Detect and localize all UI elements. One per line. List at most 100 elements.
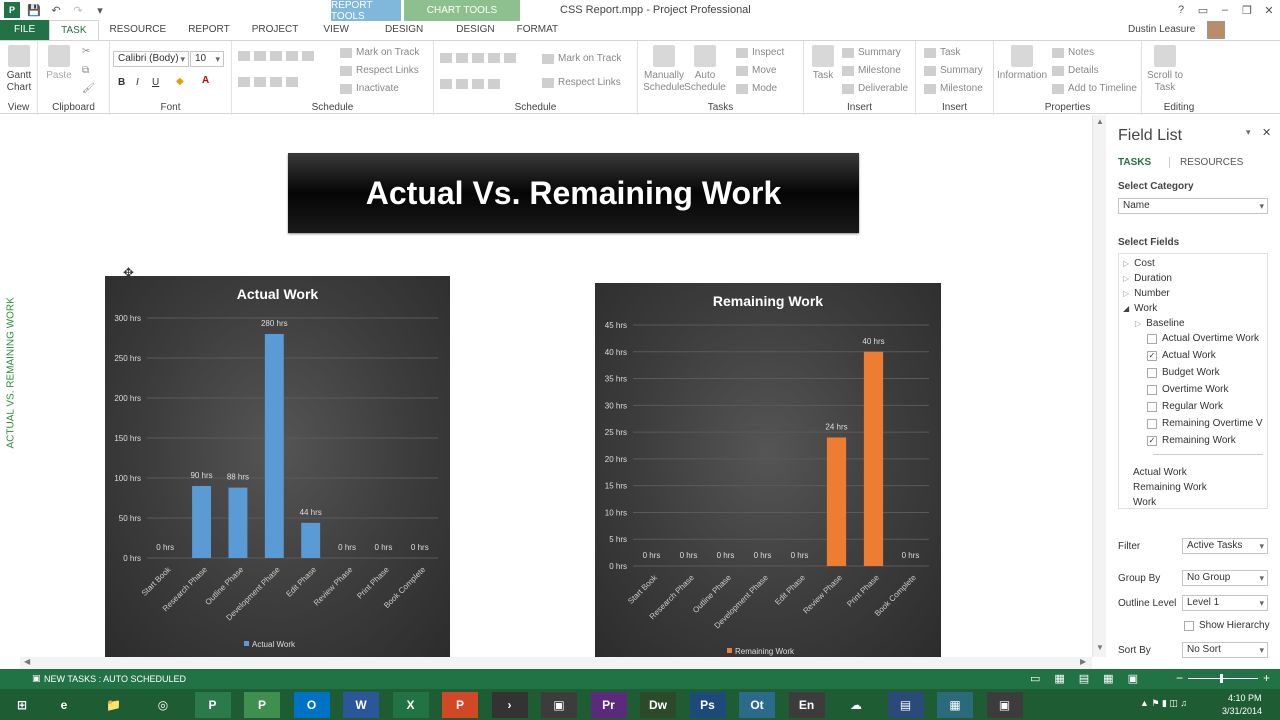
tab-chart-design[interactable]: DESIGN: [445, 20, 505, 40]
taskbar-app-icon[interactable]: Dw: [640, 692, 676, 718]
tab-resources[interactable]: RESOURCES: [1169, 157, 1243, 168]
tree-item-duration[interactable]: ▷ Duration: [1123, 273, 1172, 284]
taskbar-app-icon[interactable]: ◎: [145, 692, 181, 718]
minimize-icon[interactable]: –: [1214, 0, 1236, 20]
tab-chart-format[interactable]: FORMAT: [506, 20, 569, 40]
collapse-icon[interactable]: ◢: [1123, 304, 1129, 313]
indent-icons-2[interactable]: [440, 79, 500, 89]
taskbar-app-icon[interactable]: Ot: [739, 692, 775, 718]
checkbox[interactable]: [1147, 333, 1157, 344]
tab-report[interactable]: REPORT: [177, 20, 241, 40]
taskbar-app-icon[interactable]: O: [293, 692, 330, 718]
taskbar-app-icon[interactable]: ☁: [838, 692, 874, 718]
mark-on-track-button-2[interactable]: Mark on Track: [542, 53, 621, 64]
scroll-to-task-button[interactable]: Scroll to Task: [1146, 45, 1184, 94]
manually-schedule-button[interactable]: Manually Schedule: [642, 45, 686, 94]
scroll-right-icon[interactable]: ▶: [1080, 657, 1086, 666]
tab-resource[interactable]: RESOURCE: [99, 20, 178, 40]
redo-icon[interactable]: ↷: [70, 2, 86, 18]
respect-links-button[interactable]: Respect Links: [340, 65, 419, 76]
field-checkbox-row[interactable]: Budget Work: [1147, 367, 1220, 378]
taskbar-app-icon[interactable]: Ps: [689, 692, 726, 718]
clock-date[interactable]: 3/31/2014: [1222, 706, 1262, 716]
vertical-scrollbar[interactable]: ▲ ▼: [1092, 115, 1106, 657]
help-icon[interactable]: ?: [1170, 0, 1192, 20]
add-to-timeline-button[interactable]: Add to Timeline: [1052, 83, 1137, 94]
format-painter-icon[interactable]: 🖌: [82, 83, 95, 94]
horizontal-scrollbar[interactable]: ◀ ▶: [20, 657, 1092, 669]
auto-schedule-button[interactable]: Auto Schedule: [684, 45, 726, 94]
scroll-left-icon[interactable]: ◀: [24, 657, 30, 666]
clock-time[interactable]: 4:10 PM: [1228, 693, 1262, 703]
expand-icon[interactable]: ▷: [1123, 289, 1129, 298]
details-button[interactable]: Details: [1052, 65, 1099, 76]
checkbox[interactable]: [1147, 418, 1157, 429]
restore-icon[interactable]: ❐: [1236, 0, 1258, 20]
view-shortcut-icons[interactable]: ▭▦▤▦▣: [1030, 672, 1152, 685]
field-checkbox-row[interactable]: Actual Overtime Work: [1147, 333, 1259, 344]
tab-tasks[interactable]: TASKS: [1118, 157, 1151, 168]
task-button-2[interactable]: Task: [924, 47, 961, 58]
expand-icon[interactable]: ▷: [1135, 319, 1141, 328]
percent-complete-icons-2[interactable]: [440, 53, 516, 63]
information-button[interactable]: Information: [996, 45, 1048, 82]
tree-item-baseline[interactable]: ▷ Baseline: [1135, 318, 1185, 329]
selected-field-work[interactable]: Work: [1133, 497, 1156, 508]
taskbar-app-icon[interactable]: P: [194, 692, 231, 718]
zoom-out-icon[interactable]: −: [1176, 671, 1183, 685]
inactivate-button[interactable]: Inactivate: [340, 83, 399, 94]
sort-by-select[interactable]: No Sort: [1182, 642, 1268, 658]
taskbar-app-icon[interactable]: ▤: [887, 692, 924, 718]
field-checkbox-row[interactable]: Remaining Overtime V: [1147, 418, 1263, 429]
show-hierarchy-checkbox[interactable]: Show Hierarchy: [1184, 620, 1270, 631]
category-select[interactable]: Name: [1118, 198, 1268, 214]
filter-select[interactable]: Active Tasks: [1182, 538, 1268, 554]
highlight-icon[interactable]: ◆: [176, 76, 184, 87]
taskbar-app-icon[interactable]: ▣: [541, 692, 577, 718]
selected-field-remaining-work[interactable]: Remaining Work: [1133, 482, 1207, 493]
font-name-select[interactable]: Calibri (Body): [113, 51, 189, 67]
tree-item-work[interactable]: ◢ Work: [1123, 303, 1157, 314]
zoom-slider[interactable]: [1188, 678, 1258, 679]
milestone-button[interactable]: Milestone: [842, 65, 901, 76]
indent-icons[interactable]: [238, 77, 298, 87]
scroll-up-icon[interactable]: ▲: [1096, 117, 1104, 126]
bold-button[interactable]: B: [118, 77, 125, 88]
font-color-icon[interactable]: A: [202, 75, 209, 86]
checked-checkbox[interactable]: ✓: [1147, 435, 1157, 446]
checkbox[interactable]: [1147, 401, 1157, 412]
summary-button[interactable]: Summary: [842, 47, 901, 58]
field-checkbox-row[interactable]: Regular Work: [1147, 401, 1223, 412]
field-checkbox-row[interactable]: ✓ Actual Work: [1147, 350, 1216, 361]
taskbar-app-icon[interactable]: P: [244, 692, 280, 718]
actual-work-chart[interactable]: Actual Work 0 hrs 50 hrs 100 hrs 150 hrs 200 …: [105, 276, 450, 657]
group-by-select[interactable]: No Group: [1182, 570, 1268, 586]
tree-item-cost[interactable]: ▷ Cost: [1123, 258, 1155, 269]
percent-complete-icons[interactable]: [238, 51, 314, 61]
expand-icon[interactable]: ▷: [1123, 259, 1129, 268]
field-checkbox-row[interactable]: Overtime Work: [1147, 384, 1229, 395]
pane-options-icon[interactable]: ▾: [1246, 127, 1251, 138]
taskbar-app-icon[interactable]: ▦: [937, 692, 973, 718]
copy-icon[interactable]: ⧉: [82, 65, 89, 76]
taskbar-app-icon[interactable]: ›: [491, 692, 528, 718]
summary-button-2[interactable]: Summary: [924, 65, 983, 76]
taskbar-app-icon[interactable]: e: [46, 692, 82, 718]
insert-task-button[interactable]: Task: [808, 45, 838, 82]
expand-icon[interactable]: ▷: [1123, 274, 1129, 283]
italic-button[interactable]: I: [136, 77, 139, 88]
taskbar-app-icon[interactable]: 📁: [95, 692, 132, 718]
underline-button[interactable]: U: [152, 77, 159, 88]
start-button[interactable]: ⊞: [4, 692, 40, 718]
tree-item-number[interactable]: ▷ Number: [1123, 288, 1170, 299]
gantt-chart-button[interactable]: Gantt Chart: [4, 45, 34, 94]
checkbox[interactable]: [1147, 384, 1157, 395]
mark-on-track-button[interactable]: Mark on Track: [340, 47, 419, 58]
paste-button[interactable]: Paste: [44, 45, 74, 82]
status-text[interactable]: NEW TASKS : AUTO SCHEDULED: [44, 674, 186, 684]
font-size-select[interactable]: 10: [190, 51, 224, 67]
respect-links-button-2[interactable]: Respect Links: [542, 77, 621, 88]
inspect-button[interactable]: Inspect: [736, 47, 784, 58]
remaining-work-chart[interactable]: Remaining Work 0 hrs 5 hrs 10 hrs 15 hrs 20 h…: [595, 283, 941, 657]
checked-checkbox[interactable]: ✓: [1147, 350, 1157, 361]
